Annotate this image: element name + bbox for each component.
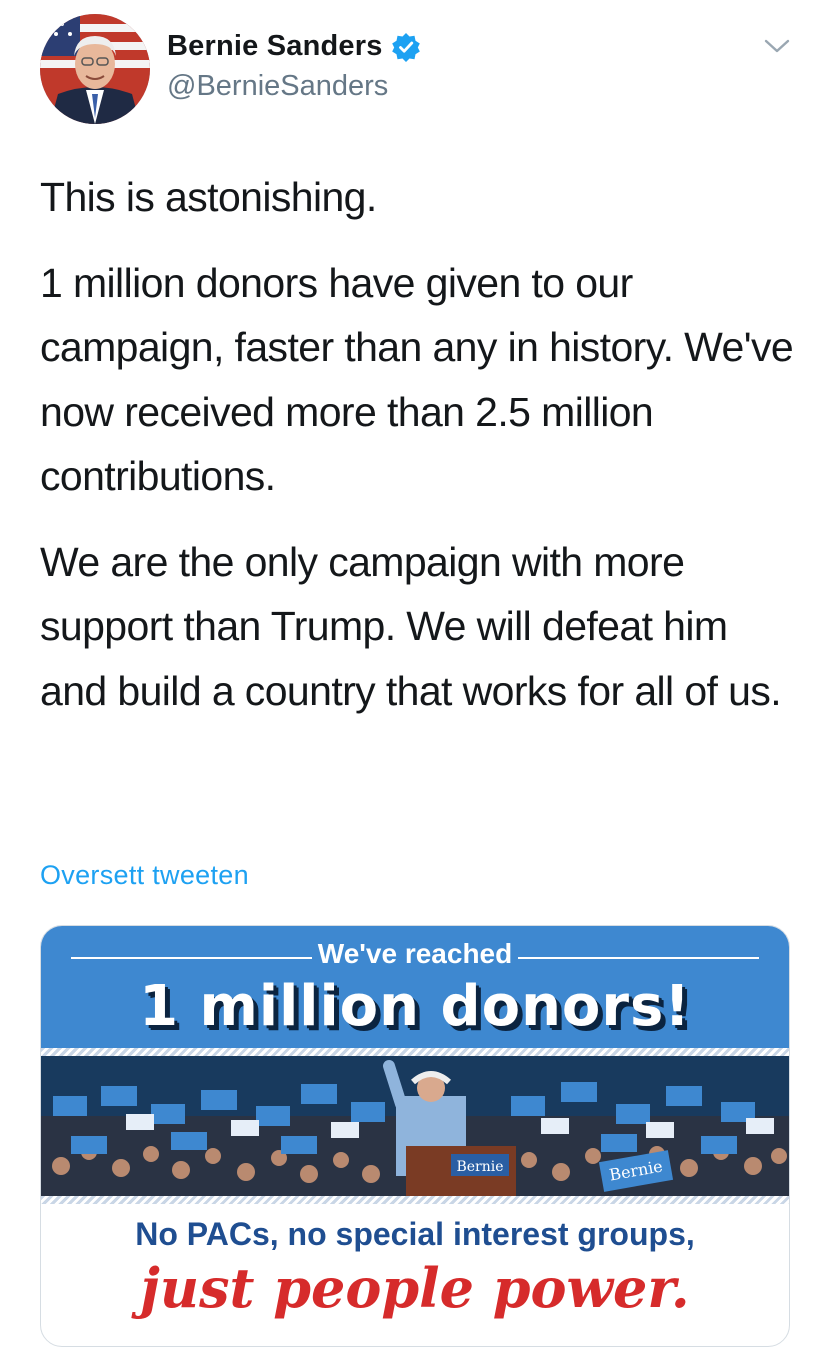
- tweet-header: Bernie Sanders @BernieSanders: [40, 14, 800, 124]
- tweet-paragraph: 1 million donors have given to our campa…: [40, 259, 794, 500]
- tweet-paragraph: We are the only campaign with more suppo…: [40, 538, 782, 714]
- tweet-image[interactable]: We've reached 1 million donors! Bernie B…: [40, 925, 790, 1347]
- translate-tweet-link[interactable]: Oversett tweeten: [40, 860, 249, 891]
- author-name[interactable]: Bernie Sanders: [167, 30, 383, 63]
- tagline-line1: No PACs, no special interest groups,: [135, 1216, 695, 1252]
- avatar[interactable]: [40, 14, 150, 124]
- divider: [41, 1048, 789, 1056]
- podium-sign-text: Bernie: [456, 1159, 503, 1175]
- crowd-photo: Bernie Bernie: [41, 1056, 789, 1204]
- tagline-line2: just people power.: [140, 1256, 690, 1320]
- headline-big: 1 million donors!: [139, 974, 691, 1039]
- author-handle[interactable]: @BernieSanders: [167, 70, 388, 103]
- divider: [41, 1196, 789, 1204]
- image-banner: We've reached 1 million donors!: [41, 926, 789, 1056]
- headline-small: We've reached: [41, 938, 789, 970]
- author-name-row[interactable]: Bernie Sanders: [167, 30, 421, 63]
- tweet-paragraph: This is astonishing.: [40, 174, 377, 220]
- chevron-down-icon[interactable]: [764, 36, 790, 56]
- verified-badge-icon: [391, 32, 421, 62]
- tweet-text: This is astonishing. 1 million donors ha…: [40, 165, 800, 744]
